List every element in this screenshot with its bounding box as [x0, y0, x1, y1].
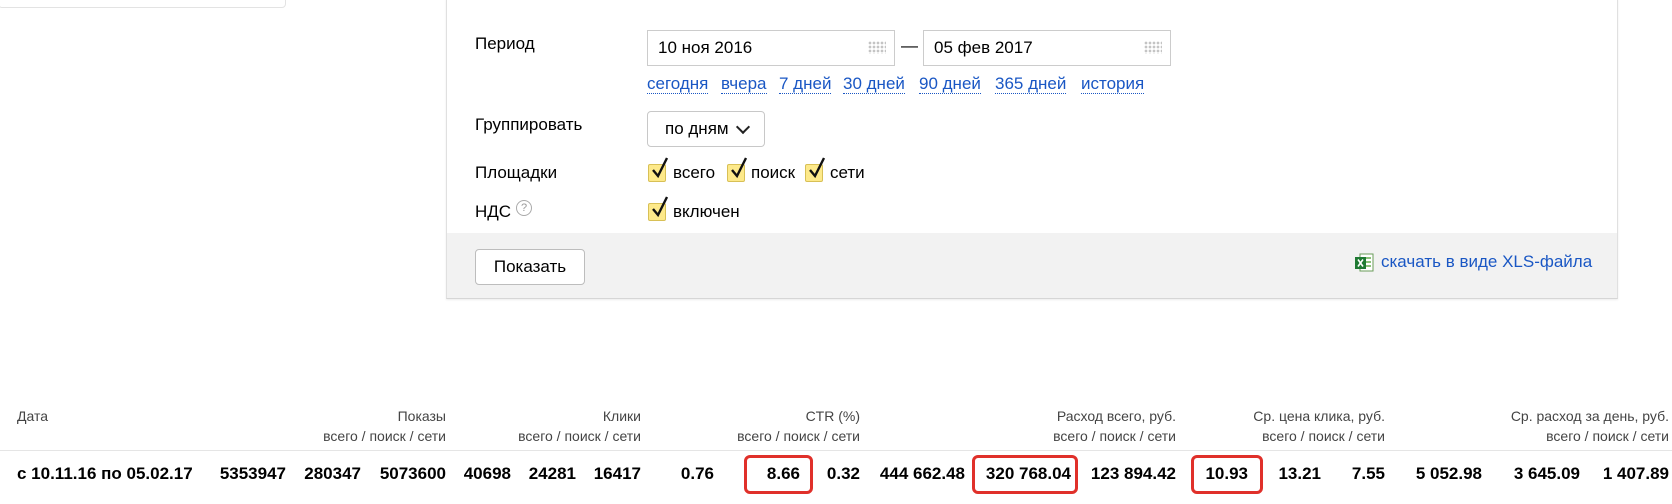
- header-shows-sub: всего / поиск / сети: [323, 428, 446, 444]
- date-to-value: 05 фев 2017: [934, 38, 1033, 57]
- checkbox-vat[interactable]: [648, 196, 669, 221]
- cell-shows-networks: 5073600: [379, 464, 446, 483]
- check-icon: [652, 157, 669, 179]
- cell-ctr-networks: 0.32: [826, 464, 860, 483]
- header-cost-sub: всего / поиск / сети: [1053, 428, 1176, 444]
- checkbox-all[interactable]: [648, 157, 669, 182]
- quick-period-yesterday[interactable]: вчера: [721, 75, 767, 94]
- header-cpc[interactable]: Ср. цена клика, руб.: [1253, 408, 1385, 424]
- checkbox-all-label[interactable]: всего: [673, 163, 715, 183]
- date-from-input[interactable]: 10 ноя 2016: [647, 30, 895, 66]
- quick-period-history[interactable]: история: [1081, 75, 1145, 94]
- check-icon: [731, 157, 748, 179]
- cell-cpc-search: 13.21: [1278, 464, 1321, 483]
- cell-shows-total: 5353947: [219, 464, 286, 483]
- header-shows[interactable]: Показы: [398, 408, 446, 424]
- platforms-label: Площадки: [475, 163, 558, 182]
- header-date[interactable]: Дата: [17, 408, 48, 424]
- cell-ctr-total: 0.76: [680, 464, 714, 483]
- group-label: Группировать: [475, 115, 583, 134]
- cell-clicks-search: 24281: [528, 464, 576, 483]
- show-button[interactable]: Показать: [475, 249, 585, 285]
- checkbox-search-label[interactable]: поиск: [751, 163, 795, 183]
- header-daily-sub: всего / поиск / сети: [1546, 428, 1669, 444]
- quick-period-365-days[interactable]: 365 дней: [995, 75, 1067, 94]
- date-from-value: 10 ноя 2016: [658, 38, 753, 57]
- help-icon[interactable]: ?: [516, 200, 533, 216]
- header-clicks-sub: всего / поиск / сети: [518, 428, 641, 444]
- header-daily[interactable]: Ср. расход за день, руб.: [1511, 408, 1669, 424]
- cell-cost-search: 320 768.04: [985, 464, 1071, 483]
- checkbox-search[interactable]: [727, 157, 748, 182]
- panel-footer: Показать скачать в виде XLS-файла: [447, 233, 1617, 298]
- header-cost[interactable]: Расход всего, руб.: [1057, 408, 1176, 424]
- quick-period-90-days[interactable]: 90 дней: [919, 75, 981, 94]
- group-select[interactable]: по дням: [647, 111, 765, 147]
- group-select-value: по дням: [665, 119, 729, 138]
- chevron-down-icon: [735, 119, 751, 135]
- header-divider: [0, 450, 1672, 451]
- sidebar-card: [0, 0, 286, 8]
- checkbox-networks-label[interactable]: сети: [830, 163, 865, 183]
- quick-period-30-days[interactable]: 30 дней: [843, 75, 905, 94]
- header-cpc-sub: всего / поиск / сети: [1262, 428, 1385, 444]
- period-label: Период: [475, 34, 535, 53]
- quick-period-7-days[interactable]: 7 дней: [779, 75, 832, 94]
- date-separator: —: [901, 36, 918, 55]
- checkbox-networks[interactable]: [805, 157, 826, 182]
- cell-cost-networks: 123 894.42: [1090, 464, 1176, 483]
- stats-filter-panel: Период 10 ноя 2016 — 05 фев 2017 сегодня…: [446, 0, 1618, 299]
- checkbox-vat-label[interactable]: включен: [673, 202, 740, 222]
- cell-ctr-search: 8.66: [766, 464, 800, 483]
- excel-icon[interactable]: [1355, 253, 1374, 273]
- vat-label-text: НДС: [475, 202, 512, 221]
- cell-date: с 10.11.16 по 05.02.17: [17, 464, 193, 483]
- download-xls-link[interactable]: скачать в виде XLS-файла: [1381, 252, 1592, 272]
- header-ctr[interactable]: CTR (%): [806, 408, 860, 424]
- cell-cpc-total: 10.93: [1205, 464, 1248, 483]
- date-to-input[interactable]: 05 фев 2017: [923, 30, 1171, 66]
- calendar-icon[interactable]: [868, 41, 886, 54]
- cell-clicks-total: 40698: [463, 464, 511, 483]
- cell-cost-total: 444 662.48: [879, 464, 965, 483]
- check-icon: [809, 157, 826, 179]
- cell-clicks-networks: 16417: [593, 464, 641, 483]
- calendar-icon[interactable]: [1144, 41, 1162, 54]
- vat-label: НДС?: [475, 200, 533, 222]
- check-icon: [652, 196, 669, 218]
- cell-daily-networks: 1 407.89: [1602, 464, 1669, 483]
- quick-period-today[interactable]: сегодня: [647, 75, 709, 94]
- header-ctr-sub: всего / поиск / сети: [737, 428, 860, 444]
- cell-cpc-networks: 7.55: [1351, 464, 1385, 483]
- cell-daily-total: 5 052.98: [1415, 464, 1482, 483]
- header-clicks[interactable]: Клики: [603, 408, 641, 424]
- cell-shows-search: 280347: [304, 464, 361, 483]
- cell-daily-search: 3 645.09: [1513, 464, 1580, 483]
